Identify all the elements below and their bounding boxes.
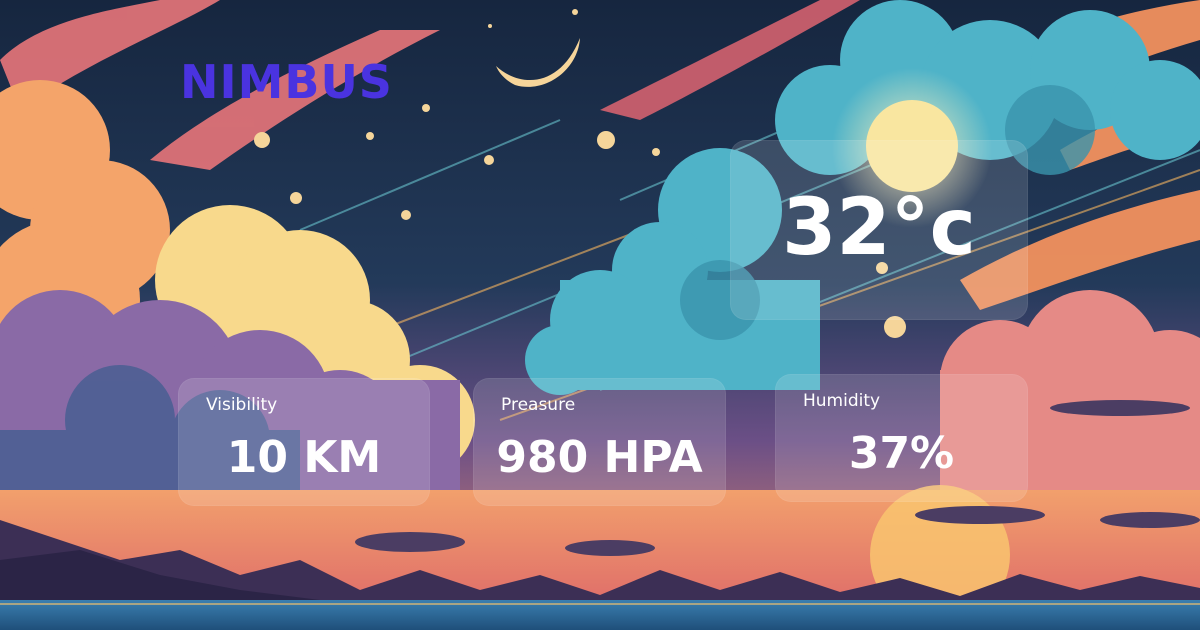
weather-app: NIMBUS 32°c Visibility 10 KM Preasure 98… — [0, 0, 1200, 630]
brand-logo-text: NIMBUS — [180, 55, 393, 109]
temperature-value: 32°c — [782, 183, 976, 273]
temperature-card: 32°c — [730, 140, 1028, 320]
humidity-value: 37% — [848, 428, 955, 479]
visibility-value: 10 KM — [226, 432, 382, 483]
humidity-label: Humidity — [803, 391, 881, 411]
humidity-card: Humidity 37% — [775, 374, 1028, 502]
pressure-value: 980 HPA — [496, 432, 703, 483]
pressure-label: Preasure — [501, 395, 576, 415]
visibility-label: Visibility — [206, 395, 278, 415]
pressure-card: Preasure 980 HPA — [473, 378, 726, 506]
visibility-card: Visibility 10 KM — [178, 378, 430, 506]
